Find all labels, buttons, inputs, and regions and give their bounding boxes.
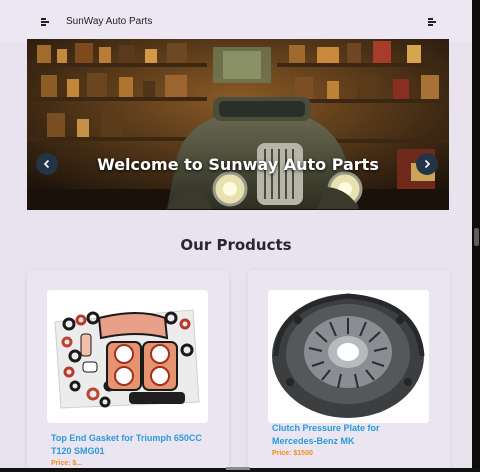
product-name[interactable]: Top End Gasket for Triumph 650CC T120 SM…: [51, 432, 211, 458]
menu-icon[interactable]: [39, 15, 51, 27]
carousel-prev-button[interactable]: [36, 153, 58, 175]
products-section-title: Our Products: [180, 236, 292, 254]
product-price: Price: $...: [51, 460, 83, 467]
clutch-plate-image: [268, 290, 429, 423]
hero-title: Welcome to Sunway Auto Parts: [97, 155, 379, 174]
scrollbar-thumb[interactable]: [474, 228, 479, 246]
product-name[interactable]: Clutch Pressure Plate for Mercedes-Benz …: [272, 422, 422, 448]
top-header: SunWay Auto Parts: [0, 0, 472, 42]
resize-handle[interactable]: [226, 467, 250, 470]
menu-icon[interactable]: [426, 15, 438, 27]
chevron-right-icon: [424, 159, 431, 169]
product-image[interactable]: [268, 290, 429, 423]
product-card[interactable]: Clutch Pressure Plate for Mercedes-Benz …: [248, 270, 450, 468]
brand-title: SunWay Auto Parts: [66, 16, 153, 27]
gasket-set-image: [47, 290, 208, 423]
hero-garage-image: [27, 39, 449, 210]
carousel-next-button[interactable]: [416, 153, 438, 175]
product-card[interactable]: Top End Gasket for Triumph 650CC T120 SM…: [27, 270, 229, 468]
product-price: Price: $1500: [272, 450, 313, 457]
hero-carousel: Welcome to Sunway Auto Parts: [27, 39, 449, 210]
chevron-left-icon: [43, 159, 50, 169]
product-image[interactable]: [47, 290, 208, 423]
app-viewport: SunWay Auto Parts Welcome to Sunway Auto…: [0, 0, 472, 468]
